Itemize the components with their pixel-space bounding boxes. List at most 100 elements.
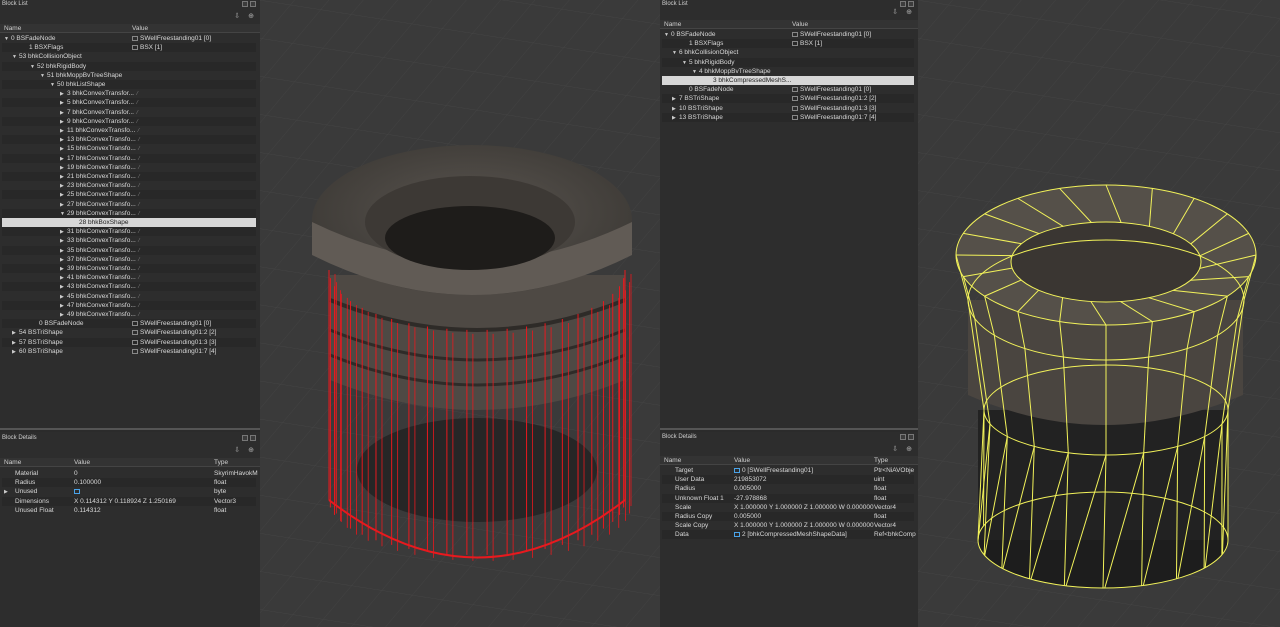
detail-row[interactable]: Unknown Float 1 -27.978868 float xyxy=(662,493,914,503)
tree-row[interactable]: ▶ 41 bhkConvexTransfo... ⁄ xyxy=(2,273,256,282)
tree-row[interactable]: ▼ 52 bhkRigidBody xyxy=(2,61,256,71)
expand-arrow-icon[interactable]: ▶ xyxy=(60,110,67,116)
tree-row[interactable]: ▶ 13 bhkConvexTransfo... ⁄ xyxy=(2,135,256,145)
close-icon[interactable] xyxy=(250,1,256,7)
expand-arrow-icon[interactable]: ▶ xyxy=(60,174,67,180)
expand-arrow-icon[interactable]: ▶ xyxy=(12,340,19,346)
field-value[interactable]: 0.005000 xyxy=(734,513,761,520)
tree-row[interactable]: 1 BSXFlags BSX [1] xyxy=(662,39,914,49)
tree-row[interactable]: 0 BSFadeNode SWellFreestanding01 [0] xyxy=(2,319,256,329)
field-value[interactable]: 2 [bhkCompressedMeshShapeData] xyxy=(742,531,847,538)
col-value[interactable]: Value xyxy=(734,457,750,464)
tree-row[interactable]: ▶ 9 bhkConvexTransfor... ⁄ xyxy=(2,116,256,126)
col-value[interactable]: Value xyxy=(792,21,808,28)
pin-icon[interactable]: ⊕ xyxy=(906,8,912,16)
collapse-arrow-icon[interactable]: ▼ xyxy=(60,211,67,217)
field-value[interactable]: 0.100000 xyxy=(74,479,101,486)
tree-row[interactable]: ▶ 17 bhkConvexTransfo... ⁄ xyxy=(2,153,256,163)
col-name[interactable]: Name xyxy=(4,459,21,466)
float-icon[interactable] xyxy=(900,1,906,7)
detail-row[interactable]: Dimensions X 0.114312 Y 0.118924 Z 1.2501… xyxy=(2,496,256,506)
expand-arrow-icon[interactable]: ▶ xyxy=(60,128,67,134)
expand-icon[interactable]: ⇩ xyxy=(234,12,240,20)
tree-row[interactable]: ▶ 5 bhkConvexTransfor... ⁄ xyxy=(2,98,256,108)
collapse-arrow-icon[interactable]: ▼ xyxy=(4,36,11,42)
tree-row[interactable]: ▼ 0 BSFadeNode SWellFreestanding01 [0] xyxy=(662,30,914,39)
expand-arrow-icon[interactable]: ▶ xyxy=(60,202,67,208)
field-value[interactable]: X 1.000000 Y 1.000000 Z 1.000000 W 0.000… xyxy=(734,504,874,511)
field-value[interactable]: 0.005000 xyxy=(734,485,761,492)
tree-row[interactable]: 28 bhkBoxShape xyxy=(2,218,256,227)
collapse-arrow-icon[interactable]: ▼ xyxy=(672,50,679,56)
expand-arrow-icon[interactable]: ▶ xyxy=(60,266,67,272)
detail-row[interactable]: Material 0 SkyrimHavokM xyxy=(2,469,258,478)
expand-arrow-icon[interactable]: ▶ xyxy=(60,284,67,290)
tree-row[interactable]: ▶ 19 bhkConvexTransfo... ⁄ xyxy=(2,163,256,172)
collapse-arrow-icon[interactable]: ▼ xyxy=(664,32,671,38)
close-icon[interactable] xyxy=(908,434,914,440)
expand-arrow-icon[interactable]: ▶ xyxy=(60,146,67,152)
tree-row[interactable]: ▼ 53 bhkCollisionObject xyxy=(2,52,256,61)
tree-row[interactable]: ▶ 13 BSTriShape SWellFreestanding01:7 [4] xyxy=(662,112,914,122)
detail-row[interactable]: Target 0 [SWellFreestanding01] Ptr<NiAVObj… xyxy=(662,466,914,475)
detail-row[interactable]: Radius 0.005000 float xyxy=(662,484,914,493)
tree-row[interactable]: 0 BSFadeNode SWellFreestanding01 [0] xyxy=(662,85,914,94)
render-viewport-left[interactable] xyxy=(260,0,660,627)
detail-row[interactable]: Radius 0.100000 float xyxy=(2,478,256,488)
tree-row[interactable]: ▶ 31 bhkConvexTransfo... ⁄ xyxy=(2,227,256,237)
expand-arrow-icon[interactable]: ▶ xyxy=(12,349,19,355)
expand-arrow-icon[interactable]: ▶ xyxy=(672,115,679,121)
col-name[interactable]: Name xyxy=(664,457,681,464)
detail-row[interactable]: Scale X 1.000000 Y 1.000000 Z 1.000000 W … xyxy=(662,503,914,512)
expand-arrow-icon[interactable]: ▶ xyxy=(60,192,67,198)
float-icon[interactable] xyxy=(242,1,248,7)
float-icon[interactable] xyxy=(242,435,248,441)
tree-row[interactable]: ▼ 5 bhkRigidBody xyxy=(662,57,914,67)
expand-arrow-icon[interactable]: ▶ xyxy=(60,312,67,318)
expand-arrow-icon[interactable]: ▶ xyxy=(60,275,67,281)
tree-row[interactable]: ▶ 23 bhkConvexTransfo... ⁄ xyxy=(2,181,256,190)
field-value[interactable]: 219853072 xyxy=(734,476,767,483)
expand-arrow-icon[interactable]: ▶ xyxy=(672,96,679,102)
close-icon[interactable] xyxy=(250,435,256,441)
collapse-arrow-icon[interactable]: ▼ xyxy=(40,73,47,79)
tree-row[interactable]: ▶ 45 bhkConvexTransfo... ⁄ xyxy=(2,292,256,301)
expand-icon[interactable]: ⇩ xyxy=(892,445,898,453)
col-name[interactable]: Name xyxy=(664,21,681,28)
tree-row[interactable]: ▶ 54 BSTriShape SWellFreestanding01:2 [2] xyxy=(2,328,256,337)
tree-row[interactable]: ▶ 57 BSTriShape SWellFreestanding01:3 [3] xyxy=(2,337,256,347)
pin-icon[interactable]: ⊕ xyxy=(248,12,254,20)
expand-icon[interactable]: ⇩ xyxy=(892,8,898,16)
tree-row[interactable]: ▶ 25 bhkConvexTransfo... ⁄ xyxy=(2,190,256,200)
expand-arrow-icon[interactable]: ▶ xyxy=(60,229,67,235)
tree-row[interactable]: ▶ 11 bhkConvexTransfo... ⁄ xyxy=(2,126,256,135)
collapse-arrow-icon[interactable]: ▼ xyxy=(30,64,37,70)
expand-arrow-icon[interactable]: ▶ xyxy=(60,248,67,254)
expand-arrow-icon[interactable]: ▶ xyxy=(4,489,11,495)
field-value[interactable]: -27.978868 xyxy=(734,495,767,502)
tree-row[interactable]: ▶ 27 bhkConvexTransfo... ⁄ xyxy=(2,200,256,209)
expand-arrow-icon[interactable]: ▶ xyxy=(60,137,67,143)
detail-row[interactable]: User Data 219853072 uint xyxy=(662,475,914,485)
collapse-arrow-icon[interactable]: ▼ xyxy=(692,69,699,75)
detail-row[interactable]: Scale Copy X 1.000000 Y 1.000000 Z 1.0000… xyxy=(662,521,914,530)
tree-row[interactable]: ▼ 6 bhkCollisionObject xyxy=(662,48,914,57)
col-type[interactable]: Type xyxy=(214,459,228,466)
expand-icon[interactable]: ⇩ xyxy=(234,446,240,454)
detail-row[interactable]: ▶ Unused byte xyxy=(2,487,256,496)
expand-arrow-icon[interactable]: ▶ xyxy=(60,294,67,300)
field-value[interactable]: X 0.114312 Y 0.118924 Z 1.250169 xyxy=(74,498,176,505)
tree-row[interactable]: ▶ 7 BSTriShape SWellFreestanding01:2 [2] xyxy=(662,94,914,104)
field-value[interactable]: 0 [SWellFreestanding01] xyxy=(742,467,813,474)
col-type[interactable]: Type xyxy=(874,457,888,464)
tree-row[interactable]: ▶ 37 bhkConvexTransfo... ⁄ xyxy=(2,255,256,264)
tree-row[interactable]: ▶ 21 bhkConvexTransfo... ⁄ xyxy=(2,172,256,181)
expand-arrow-icon[interactable]: ▶ xyxy=(60,119,67,125)
tree-row[interactable]: ▶ 33 bhkConvexTransfo... ⁄ xyxy=(2,236,256,245)
collapse-arrow-icon[interactable]: ▼ xyxy=(682,60,689,66)
collapse-arrow-icon[interactable]: ▼ xyxy=(12,54,19,60)
pin-icon[interactable]: ⊕ xyxy=(906,445,912,453)
tree-row[interactable]: ▼ 50 bhkListShape xyxy=(2,80,256,89)
expand-arrow-icon[interactable]: ▶ xyxy=(12,330,19,336)
pin-icon[interactable]: ⊕ xyxy=(248,446,254,454)
